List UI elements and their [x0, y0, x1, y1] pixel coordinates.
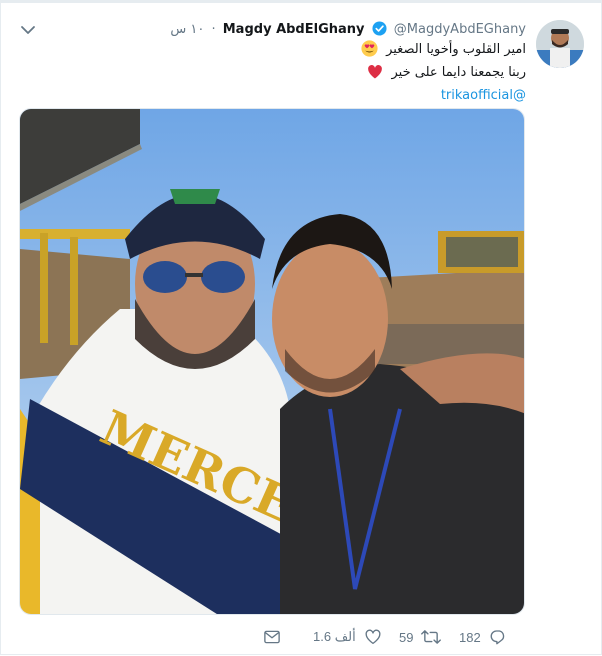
user-handle[interactable]: @MagdyAbdEGhany	[394, 22, 526, 37]
top-divider	[1, 0, 602, 3]
red-heart-emoji-icon	[367, 64, 383, 86]
timestamp[interactable]: ١٠ س	[170, 22, 204, 37]
tweet-text: امير القلوب وأخويا الصغير ربنا يجمعنا دا…	[181, 40, 526, 105]
direct-message-icon	[264, 630, 280, 644]
reply-count: 182	[459, 629, 481, 645]
tweet-photo[interactable]: MERCER	[19, 108, 525, 615]
tweet-text-line-1: امير القلوب وأخويا الصغير	[386, 42, 526, 57]
reply-action[interactable]: 182	[459, 626, 507, 648]
like-action[interactable]: 1.6 ألف	[313, 626, 382, 648]
mention-link[interactable]: @trikaofficial	[441, 88, 526, 103]
tweet-card[interactable]: Magdy AbdElGhany @MagdyAbdEGhany · ١٠ س …	[0, 0, 602, 655]
display-name[interactable]: Magdy AbdElGhany	[223, 22, 365, 37]
tweet-text-line-2: ربنا يجمعنا دايما على خير	[391, 65, 526, 80]
like-count: 1.6 ألف	[313, 629, 356, 644]
retweet-icon	[421, 630, 442, 644]
heart-eyes-emoji-icon	[361, 40, 378, 63]
separator-dot: ·	[211, 22, 216, 37]
like-icon	[365, 629, 381, 645]
tweet-actions: 182 59 1.6 ألف	[261, 626, 525, 648]
retweet-action[interactable]: 59	[399, 626, 442, 648]
retweet-count: 59	[399, 629, 414, 645]
avatar[interactable]	[536, 20, 584, 68]
direct-message-action[interactable]	[263, 626, 281, 648]
chevron-down-icon[interactable]	[19, 22, 37, 36]
tweet-header: Magdy AbdElGhany @MagdyAbdEGhany · ١٠ س	[170, 20, 526, 40]
reply-icon	[490, 630, 504, 645]
